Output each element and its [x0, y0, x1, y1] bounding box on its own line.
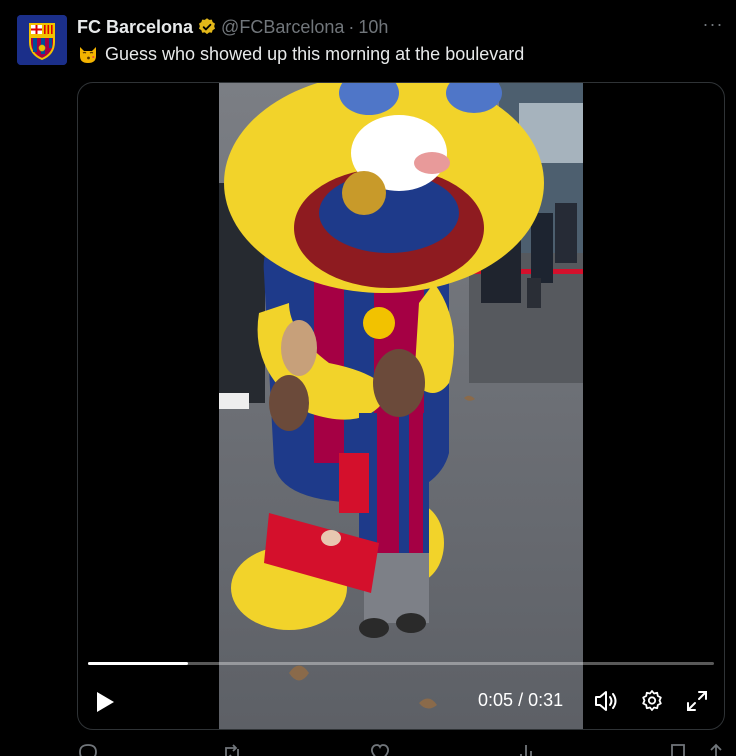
- like-button[interactable]: [369, 742, 391, 756]
- play-button[interactable]: [92, 689, 118, 715]
- views-button[interactable]: [517, 742, 539, 756]
- time-separator: /: [518, 690, 524, 710]
- progress-bar[interactable]: [88, 662, 714, 665]
- timestamp[interactable]: 10h: [358, 17, 388, 38]
- tweet-text-row: Guess who showed up this morning at the …: [77, 42, 524, 66]
- handle[interactable]: @FCBarcelona: [221, 17, 344, 38]
- settings-button[interactable]: [639, 688, 665, 714]
- play-icon: [97, 692, 114, 712]
- heart-icon: [371, 744, 389, 756]
- separator-dot: ·: [348, 16, 355, 37]
- volume-icon: [595, 691, 617, 711]
- reply-button[interactable]: [77, 742, 99, 756]
- display-name[interactable]: FC Barcelona: [77, 17, 193, 38]
- bookmark-icon: [671, 744, 685, 756]
- tweet-header: FC Barcelona @FCBarcelona · 10h: [77, 16, 388, 38]
- video-frame[interactable]: [219, 83, 583, 729]
- video-timecode: 0:05 / 0:31: [478, 690, 563, 711]
- settings-gear-icon: [642, 690, 662, 711]
- mute-button[interactable]: [594, 688, 620, 714]
- tweet-text: Guess who showed up this morning at the …: [105, 43, 525, 64]
- repost-icon: [225, 744, 239, 756]
- progress-fill: [88, 662, 189, 665]
- more-options-button[interactable]: ···: [700, 14, 726, 38]
- share-button[interactable]: [705, 742, 723, 756]
- current-time: 0:05: [478, 690, 514, 710]
- share-icon: [710, 743, 722, 756]
- bookmark-button[interactable]: [667, 742, 689, 756]
- fullscreen-button[interactable]: [684, 688, 710, 714]
- fullscreen-icon: [687, 691, 707, 711]
- views-icon: [520, 745, 532, 756]
- verified-badge-icon[interactable]: [197, 17, 217, 37]
- kissing-cat-emoji: [77, 43, 99, 65]
- reply-icon: [79, 744, 97, 756]
- duration: 0:31: [528, 690, 564, 710]
- mascot-video-still: [219, 83, 583, 729]
- avatar[interactable]: [17, 15, 67, 65]
- video-player[interactable]: 0:05 / 0:31: [77, 82, 725, 730]
- action-bar: [77, 742, 723, 756]
- repost-button[interactable]: [221, 742, 243, 756]
- fc-barcelona-crest: [17, 15, 67, 65]
